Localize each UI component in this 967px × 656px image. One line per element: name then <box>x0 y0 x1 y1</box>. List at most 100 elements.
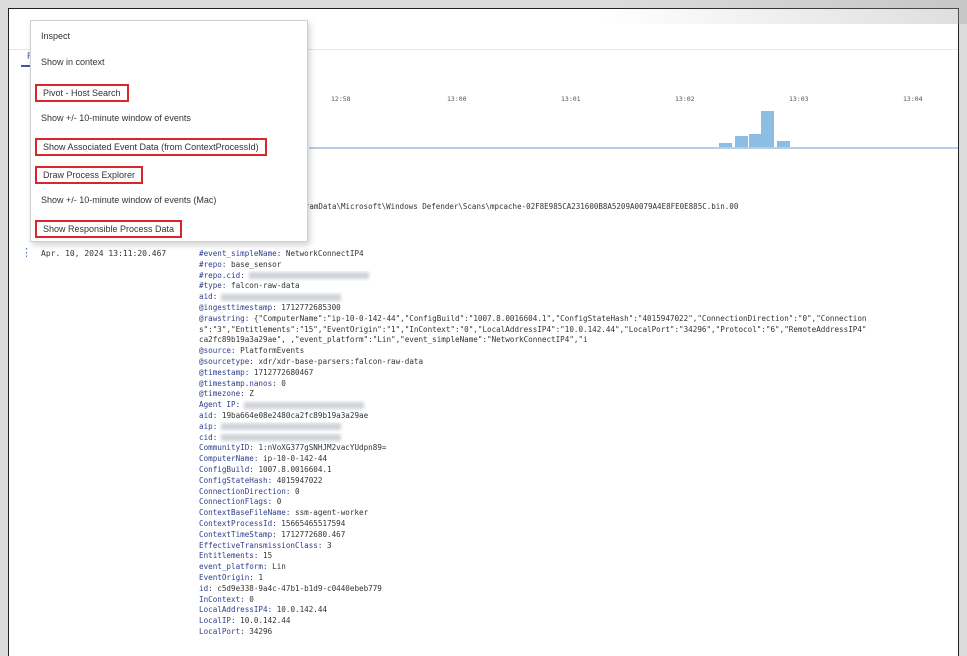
event-field-row: @timestamp: 1712772680467 <box>199 368 958 379</box>
field-value: 0 <box>272 497 282 507</box>
field-value: 1 <box>253 572 264 582</box>
field-key: ContextProcessId: <box>199 518 277 528</box>
timeline-baseline <box>309 147 958 149</box>
menu-item-4[interactable]: Show +/- 10-minute window of events <box>41 111 191 125</box>
event-field-row: cid: <box>199 432 958 444</box>
timeline-bar[interactable] <box>761 111 774 147</box>
field-key: aip: <box>199 421 218 431</box>
field-key: ConfigBuild: <box>199 464 254 474</box>
field-value: ip-10-0-142-44 <box>258 454 328 464</box>
field-key: ConnectionFlags: <box>199 497 273 507</box>
menu-item-3[interactable]: Pivot - Host Search <box>35 84 129 102</box>
event-field-row: #repo.cid: <box>199 270 958 282</box>
field-key: #event_simpleName: <box>199 249 282 258</box>
event-field-row: ConfigStateHash: 4015947022 <box>199 475 958 487</box>
event-field-row: #repo: base_sensor <box>199 259 958 271</box>
event-field-row: ContextBaseFileName: ssm-agent-worker <box>199 508 958 519</box>
field-value: 1712772680.467 <box>276 529 346 539</box>
field-value: 0 <box>290 486 300 496</box>
field-key: @sourcetype: <box>199 356 254 366</box>
field-value: base_sensor <box>226 259 282 269</box>
field-key: id: <box>199 583 213 593</box>
menu-item-6[interactable]: Draw Process Explorer <box>35 166 144 184</box>
field-key: @rawstring: <box>199 313 250 323</box>
event-field-row: ConfigBuild: 1007.8.0016604.1 <box>199 464 958 476</box>
event-field-row: @timezone: Z <box>199 389 958 400</box>
event-field-row: InContext: 0 <box>199 594 958 606</box>
field-key: event_platform: <box>199 562 268 572</box>
field-key: @ingesttimestamp: <box>199 302 277 312</box>
field-key: #repo.cid: <box>199 270 245 280</box>
field-value: 34296 <box>244 626 273 636</box>
timeline-tick-label: 13:04 <box>903 95 923 103</box>
menu-item-5[interactable]: Show Associated Event Data (from Context… <box>35 138 267 156</box>
redacted-value <box>221 434 342 442</box>
field-value: c5d9e338-9a4c-47b1-b1d9-c0440ebeb779 <box>212 583 382 593</box>
field-value: ssm-agent-worker <box>290 508 369 518</box>
event-field-row: ContextProcessId: 15665465517594 <box>199 518 958 530</box>
event-field-row: aid: <box>199 292 958 303</box>
event-field-row: aid: 19ba664e08e2480ca2fc89b19a3a29ae <box>199 410 958 422</box>
event-field-row: ca2fc89b19a3a29ae", ,"event_platform":"L… <box>199 335 958 346</box>
field-value: ca2fc89b19a3a29ae", ,"event_platform":"L… <box>199 335 588 345</box>
event-field-row: @source: PlatformEvents <box>199 346 958 357</box>
timeline-tick-label: 13:03 <box>789 95 809 103</box>
field-key: ComputerName: <box>199 454 259 464</box>
field-value: 19ba664e08e2480ca2fc89b19a3a29ae <box>217 410 369 420</box>
field-value: NetworkConnectIP4 <box>281 249 364 258</box>
field-value: 3 <box>322 540 332 550</box>
field-value: falcon-raw-data <box>226 281 300 291</box>
timeline-bar[interactable] <box>735 136 748 147</box>
field-value: PlatformEvents <box>235 346 305 356</box>
field-key: @timezone: <box>199 389 245 399</box>
field-key: LocalPort: <box>199 626 245 636</box>
menu-item-1[interactable]: Inspect <box>41 29 70 43</box>
row-menu-icon[interactable]: ⋮ <box>21 248 32 259</box>
event-timeline-chart[interactable]: 12:58 13:00 13:01 13:02 13:03 13:04 <box>309 89 958 159</box>
field-key: ContextBaseFileName: <box>199 508 291 518</box>
event-field-row: CommunityID: 1:nVoXG377gSNHJM2vacYUdpn89… <box>199 443 958 454</box>
event-field-row: @timestamp.nanos: 0 <box>199 378 958 390</box>
field-key: Entitlements: <box>199 551 259 561</box>
event-timestamp: Apr. 10, 2024 13:11:20.467 <box>41 249 167 258</box>
field-key: #type: <box>199 281 227 291</box>
field-key: LocalAddressIP4: <box>199 605 273 615</box>
timeline-bar[interactable] <box>719 143 732 147</box>
field-value: 1007.8.0016604.1 <box>253 464 332 474</box>
event-fields: #event_simpleName: NetworkConnectIP4 #rep… <box>199 249 958 638</box>
redacted-value <box>244 401 365 409</box>
field-key: ContextTimeStamp: <box>199 529 277 539</box>
field-key: aid: <box>199 410 218 420</box>
field-value: 15 <box>258 551 273 561</box>
event-field-row: #type: falcon-raw-data <box>199 281 958 292</box>
field-value: 0 <box>244 594 254 604</box>
field-key: @timestamp.nanos: <box>199 378 277 388</box>
field-key: cid: <box>199 432 218 442</box>
field-key: @source: <box>199 346 236 356</box>
field-key: LocalIP: <box>199 616 236 626</box>
field-key: InContext: <box>199 594 245 604</box>
field-value: 10.0.142.44 <box>235 616 291 626</box>
field-key: ConfigStateHash: <box>199 475 273 485</box>
field-key: EventOrigin: <box>199 572 254 582</box>
event-field-row: EffectiveTransmissionClass: 3 <box>199 540 958 552</box>
menu-item-8[interactable]: Show Responsible Process Data <box>35 220 183 238</box>
event-field-row: #event_simpleName: NetworkConnectIP4 <box>199 249 958 260</box>
context-menu: Inspect Show in context Pivot - Host Searc… <box>30 20 308 242</box>
field-value: 1712772685300 <box>276 302 341 312</box>
field-key: Agent IP: <box>199 400 241 410</box>
event-field-row: aip: <box>199 421 958 433</box>
menu-item-2[interactable]: Show in context <box>41 55 105 69</box>
event-field-row: @sourcetype: xdr/xdr-base-parsers:falcon… <box>199 356 958 368</box>
event-field-row: ConnectionFlags: 0 <box>199 497 958 508</box>
event-field-row: s":"3","Entitlements":"15","EventOrigin"… <box>199 325 958 336</box>
event-field-row: ContextTimeStamp: 1712772680.467 <box>199 529 958 541</box>
field-key: EffectiveTransmissionClass: <box>199 540 323 550</box>
field-value: 1:nVoXG377gSNHJM2vacYUdpn89= <box>253 443 387 453</box>
field-value: Z <box>244 389 254 399</box>
timeline-tick-label: 13:01 <box>561 95 581 103</box>
timeline-bar[interactable] <box>777 141 790 147</box>
field-value: 15665465517594 <box>276 518 346 528</box>
menu-item-7[interactable]: Show +/- 10-minute window of events (Mac… <box>41 193 216 207</box>
timeline-tick-label: 12:58 <box>331 95 351 103</box>
